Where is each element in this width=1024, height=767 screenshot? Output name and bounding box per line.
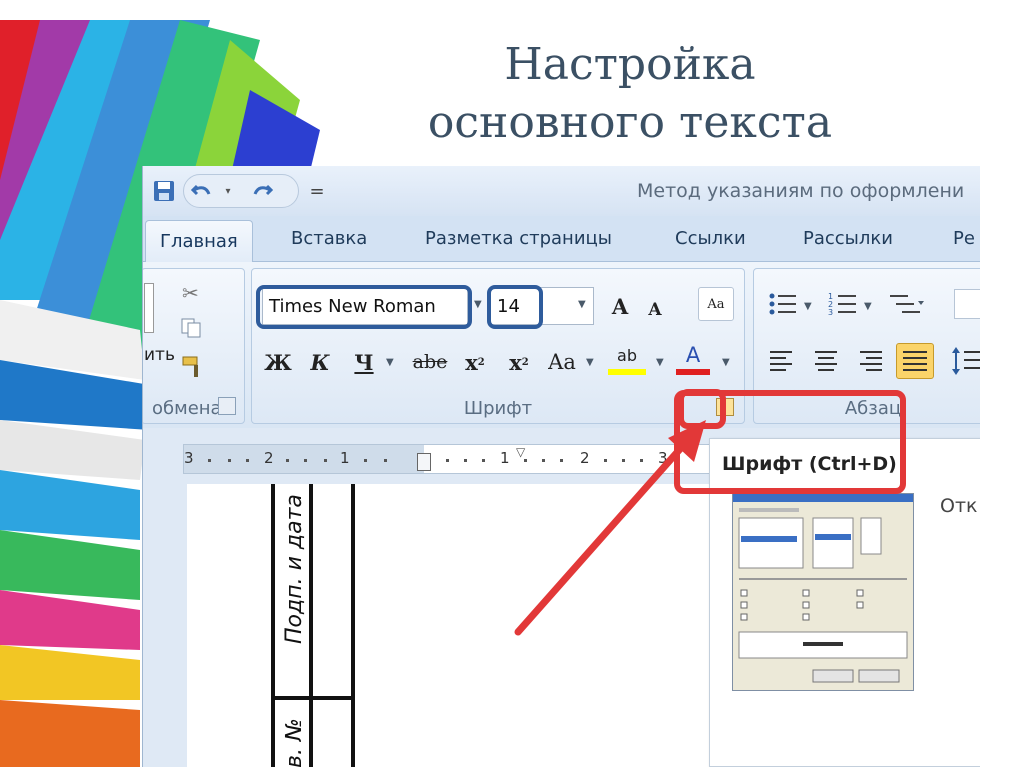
- frame-line: [271, 484, 275, 767]
- font-group-label: Шрифт: [463, 398, 533, 419]
- ruler-number: 2: [264, 449, 274, 467]
- ruler-number: 3: [658, 449, 668, 467]
- ruler-tick: [304, 459, 307, 462]
- bold-button[interactable]: Ж: [264, 345, 292, 379]
- font-color-button[interactable]: A: [676, 341, 710, 375]
- redo-icon[interactable]: [247, 176, 277, 206]
- align-center-icon[interactable]: [812, 349, 840, 373]
- tab-page-layout[interactable]: Разметка страницы: [425, 228, 612, 249]
- ribbon-tabs: Главная Вставка Разметка страницы Ссылки…: [143, 216, 980, 263]
- multilevel-list-icon[interactable]: [888, 291, 928, 317]
- ruler-tick: [324, 459, 327, 462]
- subscript-digit: 2: [477, 356, 485, 368]
- superscript-digit: 2: [521, 356, 529, 368]
- tab-review[interactable]: Ре: [953, 228, 975, 249]
- stamp-signature-date-text: Подп. и дата: [282, 494, 307, 644]
- bullets-dropdown-icon[interactable]: ▼: [804, 301, 812, 312]
- strikethrough-button[interactable]: abe: [410, 345, 450, 379]
- font-size-dropdown-icon[interactable]: ▼: [578, 299, 586, 310]
- ruler-tick: [622, 459, 625, 462]
- stamp-inventory-text: в. №: [282, 718, 307, 767]
- align-left-icon[interactable]: [768, 349, 796, 373]
- font-color-dropdown-icon[interactable]: ▼: [722, 357, 730, 368]
- clear-formatting-button[interactable]: Aa: [698, 287, 734, 321]
- line-spacing-icon[interactable]: [950, 345, 980, 377]
- undo-dropdown-icon[interactable]: ▾: [221, 176, 235, 206]
- ruler-number: 3: [184, 449, 194, 467]
- frame-line: [271, 696, 355, 700]
- ruler-tick: [524, 459, 527, 462]
- ruler-tick: [364, 459, 367, 462]
- ruler-number: 1: [340, 449, 350, 467]
- frame-line: [309, 484, 313, 767]
- highlight-dropdown-icon[interactable]: ▼: [656, 357, 664, 368]
- ruler-tick: [384, 459, 387, 462]
- slide-title-line-1: Настройка: [504, 39, 756, 90]
- decrease-indent-icon[interactable]: [954, 289, 980, 319]
- change-case-dropdown-icon[interactable]: ▼: [586, 357, 594, 368]
- undo-icon[interactable]: [187, 176, 217, 206]
- format-painter-icon[interactable]: [180, 353, 206, 379]
- document-page[interactable]: Подп. и дата в. №: [187, 484, 727, 767]
- superscript-button[interactable]: x2: [504, 345, 534, 379]
- first-line-indent-marker-icon[interactable]: ▽: [516, 445, 525, 459]
- cut-icon[interactable]: ✂: [182, 281, 199, 305]
- ruler-number: 2: [580, 449, 590, 467]
- highlight-button[interactable]: ab: [608, 341, 646, 375]
- svg-text:3: 3: [828, 308, 833, 317]
- numbering-icon[interactable]: 123: [828, 291, 858, 317]
- ruler-tick: [560, 459, 563, 462]
- paste-label[interactable]: ить: [144, 345, 175, 365]
- ruler-tick: [604, 459, 607, 462]
- font-size-highlight: [487, 285, 543, 329]
- ruler-tick: [286, 459, 289, 462]
- copy-icon[interactable]: [180, 317, 202, 339]
- font-dialog-preview-image: [732, 493, 914, 691]
- ruler-tick: [446, 459, 449, 462]
- left-indent-marker-icon[interactable]: [417, 453, 431, 471]
- clipboard-group: ить ✂ обмена: [143, 268, 245, 424]
- tooltip-description: Отк: [940, 495, 978, 517]
- slide-title-line-2: основного текста: [427, 97, 833, 148]
- save-icon[interactable]: [149, 176, 179, 206]
- ruler-tick: [640, 459, 643, 462]
- slide-title: Настройка основного текста: [330, 36, 930, 152]
- ruler-tick: [464, 459, 467, 462]
- clipboard-launcher-icon[interactable]: [218, 397, 236, 415]
- grow-font-button[interactable]: A: [604, 289, 636, 323]
- quick-access-toolbar: ▾ = Метод указаниям по оформлени: [143, 166, 980, 216]
- shrink-font-button[interactable]: A: [640, 293, 670, 327]
- ruler-tick: [482, 459, 485, 462]
- customize-qat-button[interactable]: =: [307, 176, 327, 206]
- subscript-button[interactable]: x2: [460, 345, 490, 379]
- ruler-number: 1: [500, 449, 510, 467]
- change-case-button[interactable]: Aa: [544, 345, 580, 379]
- tab-insert[interactable]: Вставка: [291, 228, 367, 249]
- tab-home[interactable]: Главная: [145, 220, 253, 263]
- paste-icon[interactable]: [144, 283, 154, 333]
- superscript-label: x: [509, 349, 522, 375]
- font-name-highlight: [256, 285, 472, 329]
- window-title: Метод указаниям по оформлени: [637, 180, 965, 202]
- frame-line: [351, 484, 355, 767]
- underline-button[interactable]: Ч: [350, 345, 378, 379]
- ruler-tick: [542, 459, 545, 462]
- font-name-dropdown-icon[interactable]: ▼: [474, 299, 482, 310]
- tooltip-highlight-box: [674, 390, 906, 494]
- tab-references[interactable]: Ссылки: [675, 228, 746, 249]
- italic-button[interactable]: К: [306, 345, 334, 379]
- subscript-label: x: [465, 349, 478, 375]
- justify-button[interactable]: [896, 343, 934, 379]
- numbering-dropdown-icon[interactable]: ▼: [864, 301, 872, 312]
- ruler-tick: [228, 459, 231, 462]
- ruler-tick: [208, 459, 211, 462]
- align-right-icon[interactable]: [856, 349, 884, 373]
- bullets-icon[interactable]: [768, 291, 798, 317]
- tab-mailings[interactable]: Рассылки: [803, 228, 893, 249]
- underline-dropdown-icon[interactable]: ▼: [386, 357, 394, 368]
- ruler-tick: [246, 459, 249, 462]
